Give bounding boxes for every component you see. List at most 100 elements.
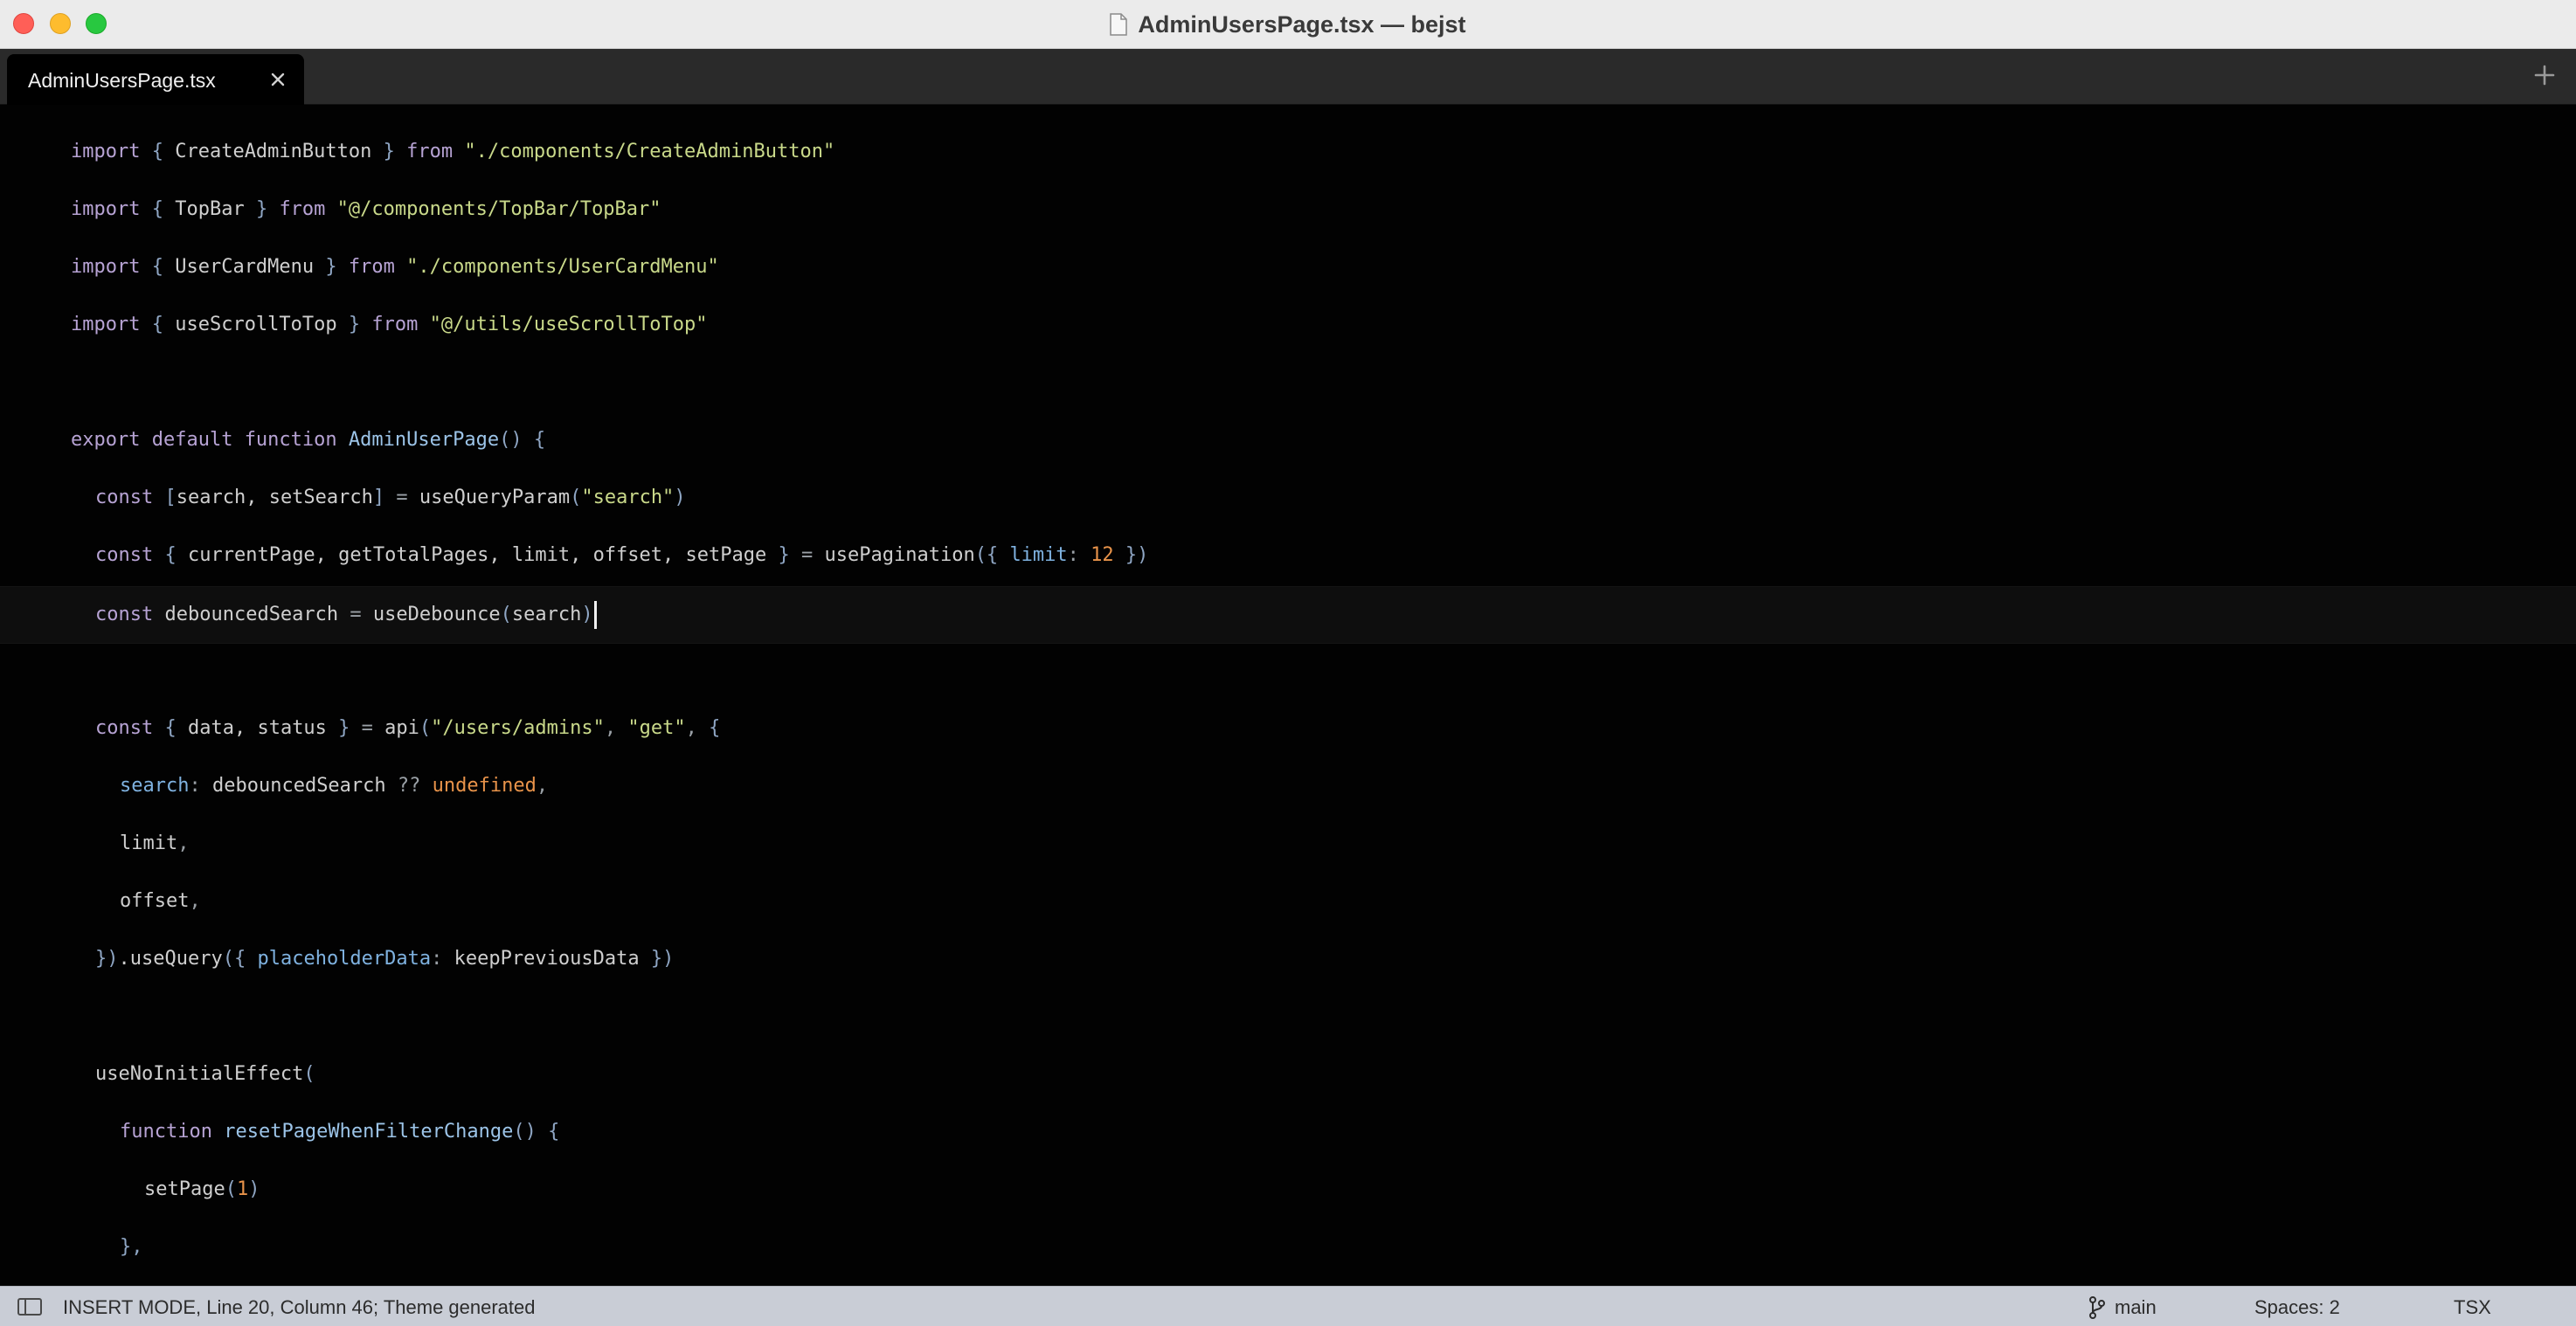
code-token: "@/utils/useScrollToTop" bbox=[429, 314, 708, 335]
code-text: import { CreateAdminButton } from "./com… bbox=[71, 139, 834, 165]
code-text: limit, bbox=[120, 831, 189, 857]
code-token: limit bbox=[120, 832, 178, 854]
code-token: resetPageWhenFilterChange bbox=[224, 1121, 514, 1143]
code-token: import bbox=[71, 314, 152, 335]
code-token: const bbox=[95, 487, 165, 508]
code-token: useNoInitialEffect bbox=[95, 1063, 304, 1085]
code-line[interactable] bbox=[0, 644, 2576, 701]
code-text: const { currentPage, getTotalPages, limi… bbox=[95, 542, 1148, 569]
code-token: data, status bbox=[187, 717, 339, 739]
title-bar: AdminUsersPage.tsx — bejst bbox=[0, 0, 2576, 49]
code-token: ( bbox=[570, 487, 582, 508]
code-token: ( bbox=[500, 604, 512, 625]
code-token: "./components/CreateAdminButton" bbox=[464, 141, 835, 162]
code-token: ) bbox=[248, 1178, 260, 1200]
code-token: from bbox=[371, 314, 430, 335]
sidebar-toggle-icon[interactable] bbox=[17, 1298, 42, 1316]
code-line[interactable] bbox=[0, 356, 2576, 413]
code-line[interactable]: import { CreateAdminButton } from "./com… bbox=[0, 125, 2576, 183]
code-token: ] bbox=[372, 487, 397, 508]
code-token: from bbox=[279, 198, 337, 220]
code-line[interactable]: const { data, status } = api("/users/adm… bbox=[0, 701, 2576, 759]
code-line[interactable]: const [search, setSearch] = useQueryPara… bbox=[0, 471, 2576, 528]
window-title-group: AdminUsersPage.tsx — bejst bbox=[0, 0, 2576, 49]
code-token: 1 bbox=[236, 1178, 249, 1200]
plus-icon[interactable] bbox=[2534, 59, 2555, 91]
window-title: AdminUsersPage.tsx — bejst bbox=[1138, 10, 1466, 38]
code-text: setPage(1) bbox=[144, 1177, 260, 1203]
status-syntax[interactable]: TSX bbox=[2454, 1296, 2491, 1319]
code-token: } bbox=[778, 544, 801, 566]
code-line[interactable]: search: debouncedSearch ?? undefined, bbox=[0, 759, 2576, 817]
code-line[interactable]: const { currentPage, getTotalPages, limi… bbox=[0, 528, 2576, 586]
code-token: "./components/UserCardMenu" bbox=[406, 256, 719, 278]
close-icon[interactable] bbox=[269, 66, 287, 93]
code-line[interactable]: limit, bbox=[0, 817, 2576, 874]
code-text: import { UserCardMenu } from "./componen… bbox=[71, 254, 719, 280]
code-text: const debouncedSearch = useDebounce(sear… bbox=[95, 601, 597, 629]
code-line[interactable]: import { useScrollToTop } from "@/utils/… bbox=[0, 298, 2576, 356]
code-token: ) bbox=[581, 604, 593, 625]
code-token: debouncedSearch bbox=[211, 775, 398, 797]
code-token: keepPreviousData bbox=[454, 948, 651, 970]
code-token: } bbox=[383, 141, 407, 162]
code-token: , bbox=[685, 717, 710, 739]
editor-window: AdminUsersPage.tsx — bejst AdminUsersPag… bbox=[0, 0, 2576, 1326]
code-token: 12 bbox=[1091, 544, 1114, 566]
code-token: = bbox=[801, 544, 825, 566]
code-token: }, bbox=[120, 1236, 143, 1258]
tab-admin-users-page[interactable]: AdminUsersPage.tsx bbox=[7, 54, 304, 105]
code-line[interactable]: useNoInitialEffect( bbox=[0, 1047, 2576, 1105]
code-token: }) bbox=[650, 948, 675, 970]
code-line[interactable]: }, bbox=[0, 1220, 2576, 1278]
code-text: search: debouncedSearch ?? undefined, bbox=[120, 773, 548, 799]
code-line[interactable]: function resetPageWhenFilterChange() { bbox=[0, 1105, 2576, 1163]
document-icon bbox=[1110, 13, 1128, 36]
code-token: placeholderData bbox=[257, 948, 432, 970]
code-token: undefined bbox=[432, 775, 537, 797]
code-token: ( bbox=[419, 717, 432, 739]
code-text: }).useQuery({ placeholderData: keepPrevi… bbox=[95, 946, 674, 972]
code-token: , bbox=[189, 890, 201, 912]
status-indentation[interactable]: Spaces: 2 bbox=[2254, 1296, 2340, 1319]
code-token: usePagination bbox=[824, 544, 975, 566]
code-token: TopBar bbox=[175, 198, 256, 220]
code-text: export default function AdminUserPage() … bbox=[71, 427, 545, 453]
code-text: }, bbox=[120, 1234, 143, 1260]
code-token: const bbox=[95, 604, 165, 625]
code-token: from bbox=[348, 256, 407, 278]
code-token: search, setSearch bbox=[176, 487, 373, 508]
code-token: { bbox=[533, 429, 546, 451]
code-line[interactable] bbox=[0, 990, 2576, 1047]
code-token: = bbox=[361, 717, 385, 739]
code-token: } bbox=[325, 256, 349, 278]
code-editor[interactable]: import { CreateAdminButton } from "./com… bbox=[0, 105, 2576, 1286]
code-line[interactable]: import { TopBar } from "@/components/Top… bbox=[0, 183, 2576, 240]
code-token: useDebounce bbox=[372, 604, 501, 625]
code-token: default bbox=[151, 429, 245, 451]
code-line[interactable]: offset, bbox=[0, 874, 2576, 932]
code-token: { bbox=[164, 717, 188, 739]
code-line-current[interactable]: const debouncedSearch = useDebounce(sear… bbox=[0, 586, 2576, 644]
code-token: ) bbox=[674, 487, 686, 508]
code-line[interactable]: import { UserCardMenu } from "./componen… bbox=[0, 240, 2576, 298]
code-line[interactable]: export default function AdminUserPage() … bbox=[0, 413, 2576, 471]
text-cursor bbox=[593, 601, 597, 629]
code-token: ?? bbox=[397, 775, 433, 797]
code-token: offset bbox=[120, 890, 190, 912]
code-token: import bbox=[71, 141, 152, 162]
code-token: import bbox=[71, 198, 152, 220]
code-line[interactable]: }).useQuery({ placeholderData: keepPrevi… bbox=[0, 932, 2576, 990]
code-text: offset, bbox=[120, 888, 201, 915]
code-token: { bbox=[151, 141, 176, 162]
code-text: import { TopBar } from "@/components/Top… bbox=[71, 197, 661, 223]
status-branch[interactable]: main bbox=[2115, 1296, 2157, 1319]
code-token: { bbox=[151, 198, 176, 220]
code-line[interactable]: setPage(1) bbox=[0, 1163, 2576, 1220]
code-text: useNoInitialEffect( bbox=[95, 1061, 315, 1088]
code-token: debouncedSearch bbox=[164, 604, 350, 625]
code-token: ( bbox=[303, 1063, 315, 1085]
code-token: api bbox=[384, 717, 419, 739]
code-token: ({ bbox=[222, 948, 258, 970]
code-token: const bbox=[95, 544, 165, 566]
